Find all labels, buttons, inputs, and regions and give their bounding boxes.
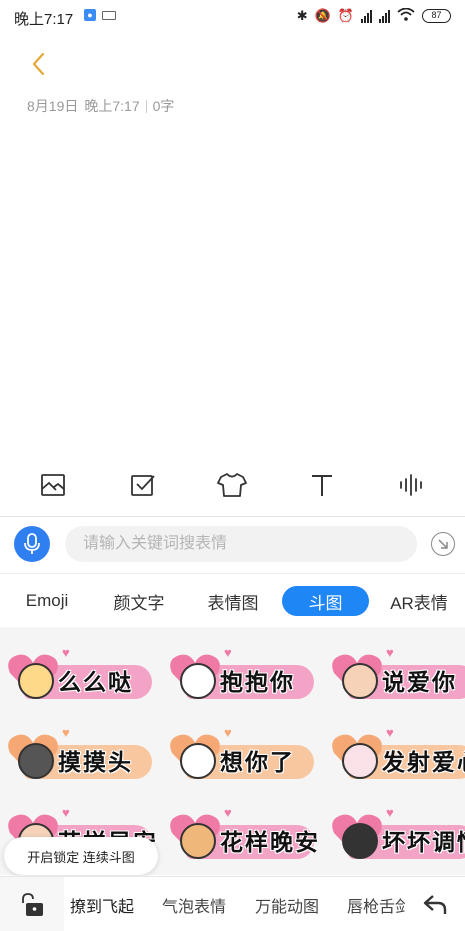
category-debate[interactable]: 唇枪舌剑 <box>347 893 411 917</box>
small-heart-icon: ♥ <box>62 805 70 820</box>
arrow-down-right-icon <box>438 539 448 549</box>
small-heart-icon: ♥ <box>386 805 394 820</box>
sticker-item[interactable]: ♥ 坏坏调情 <box>330 795 465 867</box>
small-heart-icon: ♥ <box>224 805 232 820</box>
sticker-text: 发射爱心 <box>382 750 465 776</box>
editor-toolbar <box>0 462 465 508</box>
word-count: 0字 <box>152 98 175 114</box>
theme-shirt-icon <box>217 473 248 497</box>
theme-button[interactable] <box>212 465 252 505</box>
checklist-button[interactable] <box>123 465 163 505</box>
unlock-icon <box>22 892 43 916</box>
voice-input-button[interactable] <box>392 465 432 505</box>
microphone-icon <box>24 533 40 554</box>
category-universal-gif[interactable]: 万能动图 <box>255 893 319 917</box>
meta-divider <box>145 99 147 113</box>
chevron-left-icon <box>32 52 45 76</box>
sticker-text: 想你了 <box>220 750 295 776</box>
back-button[interactable] <box>26 50 50 78</box>
cartoon-avatar <box>342 823 378 859</box>
voice-wave-icon <box>400 474 422 496</box>
cartoon-avatar <box>18 743 54 779</box>
tab-emoji[interactable]: Emoji <box>12 586 82 616</box>
sticker-item[interactable]: ♥ 花样晚安 <box>168 795 318 867</box>
app-notification-icon: ● <box>84 9 96 21</box>
status-right-icons: ✱ 🔕 ⏰ 87 <box>296 7 451 24</box>
cartoon-avatar <box>180 663 216 699</box>
tab-sticker-images[interactable]: 表情图 <box>196 586 270 616</box>
signal-icon-2 <box>379 9 390 23</box>
alarm-icon: ⏰ <box>337 8 354 23</box>
lock-toggle-button[interactable] <box>0 877 64 931</box>
small-heart-icon: ♥ <box>224 645 232 660</box>
bluetooth-icon: ✱ <box>296 8 308 23</box>
small-heart-icon: ♥ <box>224 725 232 740</box>
sticker-text: 摸摸头 <box>58 750 133 776</box>
image-icon <box>40 474 65 496</box>
tab-kaomoji[interactable]: 颜文字 <box>104 586 174 616</box>
cat-photo <box>180 823 216 859</box>
sticker-text: 说爱你 <box>382 670 457 696</box>
status-bar: 晚上7:17 ● ✱ 🔕 ⏰ 87 <box>0 0 465 34</box>
sticker-item[interactable]: ♥ 说爱你 <box>330 635 465 707</box>
checklist-icon <box>130 475 155 496</box>
sticker-search-input[interactable] <box>65 526 417 562</box>
cartoon-avatar <box>342 743 378 779</box>
photo-avatar <box>342 663 378 699</box>
sticker-item[interactable]: ♥ 么么哒 <box>6 635 156 707</box>
return-arrow-icon <box>423 894 447 914</box>
sticker-item[interactable]: ♥ 摸摸头 <box>6 715 156 787</box>
small-heart-icon: ♥ <box>62 725 70 740</box>
sticker-text: 么么哒 <box>58 670 133 696</box>
status-time: 晚上7:17 <box>14 11 74 28</box>
small-heart-icon: ♥ <box>386 645 394 660</box>
mute-icon: 🔕 <box>314 8 331 23</box>
sticker-text: 坏坏调情 <box>382 830 465 856</box>
sticker-search-bar <box>0 516 465 572</box>
text-format-icon <box>312 475 333 496</box>
note-meta: 8月19日 晚上7:17 0字 <box>27 96 174 116</box>
status-notification-icons: ● <box>84 9 116 21</box>
sticker-text: 花样晚安 <box>220 830 320 856</box>
category-flirt[interactable]: 撩到飞起 <box>70 893 134 917</box>
text-format-button[interactable] <box>302 465 342 505</box>
sticker-item[interactable]: ♥ 想你了 <box>168 715 318 787</box>
insert-image-button[interactable] <box>33 465 73 505</box>
tab-ar-sticker[interactable]: AR表情 <box>382 586 456 616</box>
wifi-icon <box>397 7 415 24</box>
battery-indicator: 87 <box>422 9 451 23</box>
note-date: 8月19日 <box>27 98 79 114</box>
tab-doutu[interactable]: 斗图 <box>282 586 369 616</box>
sticker-tabs: Emoji 颜文字 表情图 斗图 AR表情 <box>0 573 465 627</box>
small-heart-icon: ♥ <box>62 645 70 660</box>
cartoon-avatar <box>18 663 54 699</box>
voice-search-button[interactable] <box>14 526 50 562</box>
lock-tooltip: 开启锁定 连续斗图 <box>4 837 158 875</box>
return-button[interactable] <box>405 877 465 931</box>
small-heart-icon: ♥ <box>386 725 394 740</box>
cartoon-avatar <box>180 743 216 779</box>
sticker-item[interactable]: ♥ 发射爱心 <box>330 715 465 787</box>
category-bubble[interactable]: 气泡表情 <box>162 893 226 917</box>
note-time: 晚上7:17 <box>84 98 140 114</box>
sticker-category-bar: 撩到飞起 气泡表情 万能动图 唇枪舌剑 <box>0 876 465 931</box>
sticker-text: 抱抱你 <box>220 670 295 696</box>
sticker-item[interactable]: ♥ 抱抱你 <box>168 635 318 707</box>
keyboard-icon <box>102 10 116 20</box>
collapse-keyboard-button[interactable] <box>431 532 455 556</box>
signal-icon <box>361 9 372 23</box>
